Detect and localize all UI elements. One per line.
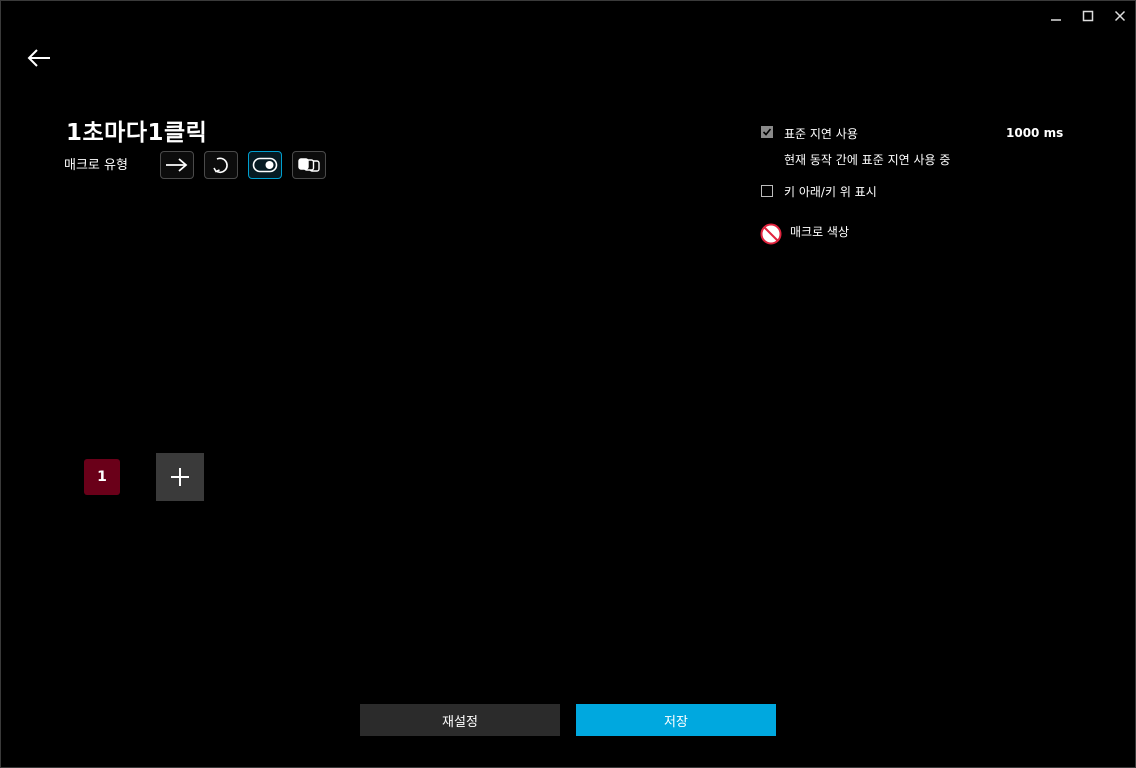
key-updown-checkbox[interactable] <box>761 185 773 197</box>
macro-type-repeat-button[interactable] <box>204 151 238 179</box>
plus-icon <box>171 468 189 486</box>
save-button[interactable]: 저장 <box>576 704 776 736</box>
macro-color-label: 매크로 색상 <box>790 225 850 239</box>
sequence-icon <box>298 158 320 172</box>
macro-type-toggle-button[interactable] <box>248 151 282 179</box>
add-step-button[interactable] <box>156 453 204 501</box>
standard-delay-description: 현재 동작 간에 표준 지연 사용 중 <box>784 153 951 167</box>
maximize-icon <box>1082 10 1094 22</box>
arrow-right-icon <box>166 158 188 172</box>
no-color-icon <box>760 223 782 245</box>
minimize-button[interactable] <box>1042 6 1070 26</box>
standard-delay-value[interactable]: 1000 ms <box>1006 126 1063 140</box>
macro-type-single-button[interactable] <box>160 151 194 179</box>
repeat-icon <box>213 157 228 174</box>
standard-delay-checkbox[interactable] <box>761 126 773 138</box>
back-button[interactable] <box>26 46 54 70</box>
macro-color-button[interactable] <box>760 223 782 245</box>
minimize-icon <box>1051 19 1061 21</box>
macro-type-sequence-button[interactable] <box>292 151 326 179</box>
step-badge[interactable]: 1 <box>84 459 120 495</box>
close-icon <box>1114 10 1126 22</box>
standard-delay-label: 표준 지연 사용 <box>784 127 858 141</box>
arrow-left-icon <box>27 49 50 67</box>
checkmark-icon <box>762 128 772 136</box>
maximize-button[interactable] <box>1074 6 1102 26</box>
reset-button[interactable]: 재설정 <box>360 704 560 736</box>
toggle-icon <box>252 157 278 173</box>
close-button[interactable] <box>1106 6 1134 26</box>
key-updown-label: 키 아래/키 위 표시 <box>784 185 877 199</box>
macro-name: 1초마다1클릭 <box>66 120 208 146</box>
macro-type-label: 매크로 유형 <box>64 158 128 173</box>
